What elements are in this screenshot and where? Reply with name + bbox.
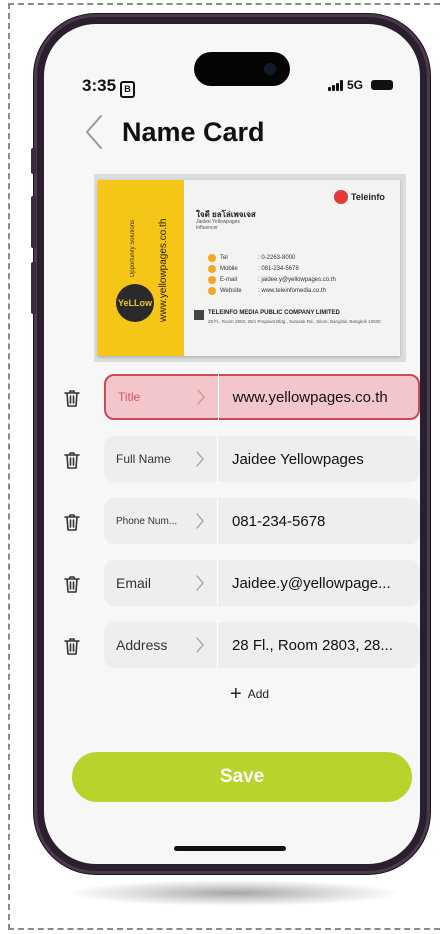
- status-time: 3:35 B: [82, 76, 136, 98]
- dynamic-island: [194, 52, 290, 86]
- business-card-photo: Opportunity Solutions YeLLow Pages www.y…: [94, 174, 406, 362]
- field-email[interactable]: Email Jaidee.y@yellowpage...: [104, 560, 420, 606]
- plus-icon: +: [230, 683, 242, 705]
- card-row: Tel : 0-2263-8000: [208, 252, 336, 263]
- field-value[interactable]: 28 Fl., Room 2803, 28...: [218, 637, 420, 654]
- field-label: Address: [116, 637, 168, 653]
- volume-down-button: [31, 262, 36, 314]
- field-value[interactable]: www.yellowpages.co.th: [219, 389, 418, 406]
- building-icon: [194, 310, 204, 320]
- website-icon: [208, 286, 216, 295]
- add-field-button[interactable]: + Add: [230, 684, 269, 704]
- card-row-value: : 0-2263-8000: [258, 254, 296, 261]
- phone-icon: [208, 253, 216, 262]
- teleinfo-logo-icon: [334, 190, 348, 204]
- chevron-right-icon: [189, 451, 211, 467]
- status-bar: 3:35 B 5G: [44, 24, 420, 98]
- front-camera: [264, 63, 276, 75]
- field-full-name[interactable]: Full Name Jaidee Yellowpages: [104, 436, 420, 482]
- signal-icon: [328, 79, 343, 91]
- back-chevron-icon[interactable]: [84, 112, 112, 152]
- chevron-right-icon: [189, 513, 211, 529]
- chevron-right-icon: [189, 575, 211, 591]
- field-value[interactable]: Jaidee Yellowpages: [218, 451, 420, 468]
- card-brand-text: Teleinfo: [351, 192, 385, 202]
- card-row-value: : 081-234-5678: [258, 265, 299, 272]
- card-row-label: Mobile: [220, 265, 238, 272]
- field-value[interactable]: Jaidee.y@yellowpage...: [218, 575, 420, 592]
- silent-switch: [31, 148, 36, 174]
- chevron-right-icon: [189, 637, 211, 653]
- card-brand: Teleinfo: [334, 190, 385, 204]
- field-label: Title: [118, 390, 141, 404]
- trash-icon[interactable]: [62, 574, 82, 594]
- card-company-address: 28 Fl., Room 2803, 28/1 Prapawit Bldg., …: [208, 319, 381, 324]
- mobile-icon: [208, 264, 216, 273]
- card-company: TELEINFO MEDIA PUBLIC COMPANY LIMITED: [208, 310, 340, 316]
- screen: 3:35 B 5G Name Card Opportunity Solutions…: [44, 24, 420, 864]
- field-value[interactable]: 081-234-5678: [218, 513, 420, 530]
- page-title: Name Card: [122, 116, 265, 147]
- card-row-label: Website: [220, 287, 242, 294]
- trash-icon[interactable]: [62, 388, 82, 408]
- field-label: Phone Num...: [116, 515, 178, 527]
- card-row-label: E-mail: [220, 276, 238, 283]
- yellowpages-logo: YeLLow Pages: [116, 284, 154, 346]
- network-label: 5G: [347, 78, 364, 92]
- field-title[interactable]: Title www.yellowpages.co.th: [104, 374, 420, 420]
- status-indicators: 5G: [328, 78, 394, 92]
- card-row: E-mail : jaidee.y@yellowpages.co.th: [208, 274, 336, 285]
- trash-icon[interactable]: [62, 512, 82, 532]
- field-phone[interactable]: Phone Num... 081-234-5678: [104, 498, 420, 544]
- card-row-value: : jaidee.y@yellowpages.co.th: [258, 276, 336, 283]
- status-time-text: 3:35: [82, 76, 117, 95]
- battery-icon: [371, 80, 394, 90]
- email-icon: [208, 275, 216, 284]
- card-row-label: Tel: [220, 254, 228, 261]
- card-row-value: : www.teleinfomedia.co.th: [258, 287, 327, 294]
- trash-icon[interactable]: [62, 450, 82, 470]
- card-row: Mobile : 081-234-5678: [208, 263, 336, 274]
- field-row-address: Address 28 Fl., Room 2803, 28...: [62, 622, 420, 670]
- card-yellow-panel: Opportunity Solutions YeLLow Pages www.y…: [98, 180, 184, 356]
- field-label: Full Name: [116, 452, 171, 466]
- save-button[interactable]: Save: [72, 752, 412, 802]
- card-person-subtitle: Jaidee Yellowpages Influencer: [196, 219, 240, 231]
- volume-up-button: [31, 196, 36, 248]
- card-row: Website : www.teleinfomedia.co.th: [208, 285, 336, 296]
- field-row-title: Title www.yellowpages.co.th: [62, 374, 420, 422]
- business-card: Opportunity Solutions YeLLow Pages www.y…: [98, 180, 400, 356]
- field-row-full-name: Full Name Jaidee Yellowpages: [62, 436, 420, 484]
- field-row-email: Email Jaidee.y@yellowpage...: [62, 560, 420, 608]
- field-row-phone: Phone Num... 081-234-5678: [62, 498, 420, 546]
- field-address[interactable]: Address 28 Fl., Room 2803, 28...: [104, 622, 420, 668]
- add-label: Add: [247, 687, 270, 701]
- trash-icon[interactable]: [62, 636, 82, 656]
- header: Name Card: [84, 112, 265, 152]
- card-person-role: Influencer: [196, 225, 218, 231]
- card-vertical-tag: Opportunity Solutions: [130, 220, 136, 278]
- field-label: Email: [116, 575, 152, 591]
- phone-shadow: [70, 880, 400, 906]
- chevron-right-icon: [190, 389, 211, 405]
- sim-badge: B: [120, 81, 136, 98]
- card-vertical-url: www.yellowpages.co.th: [158, 218, 169, 322]
- home-indicator[interactable]: [174, 846, 286, 851]
- card-contact-rows: Tel : 0-2263-8000 Mobile : 081-234-5678 E-…: [208, 252, 336, 296]
